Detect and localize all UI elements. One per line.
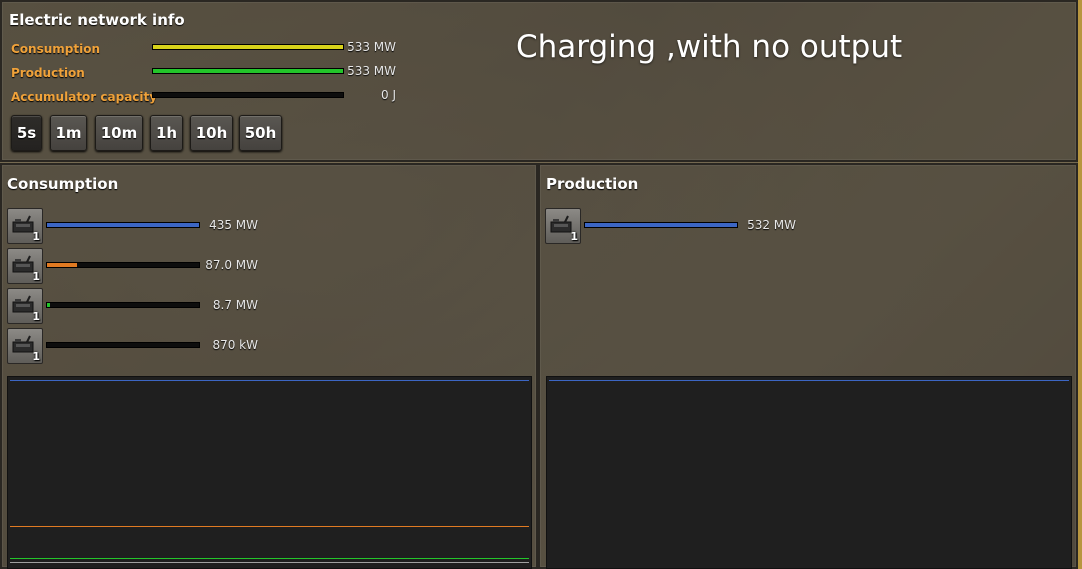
- consumption-entry-value: 8.7 MW: [212, 298, 258, 312]
- consumption-entry-bar-fill: [47, 223, 199, 227]
- production-entry-bar: [584, 222, 738, 228]
- consumption-graph-line: [10, 380, 529, 381]
- item-count: 1: [32, 270, 40, 283]
- consumption-bar: [152, 44, 344, 50]
- overlay-caption: Charging ,with no output: [516, 29, 903, 65]
- production-label: Production: [11, 66, 85, 80]
- consumption-entry-value: 87.0 MW: [205, 258, 258, 272]
- consumption-graph-line: [10, 525, 529, 527]
- production-bar: [152, 68, 344, 74]
- consumption-entry-value: 870 kW: [212, 338, 258, 352]
- production-entry-value: 532 MW: [747, 218, 796, 232]
- machine-icon[interactable]: 1: [7, 328, 43, 364]
- time-button-10h[interactable]: 10h: [190, 115, 233, 151]
- production-panel: Production 1 532 MW: [538, 163, 1078, 569]
- item-count: 1: [32, 310, 40, 323]
- consumption-entry-bar: [46, 342, 200, 348]
- machine-icon[interactable]: 1: [7, 208, 43, 244]
- accumulator-capacity-label: Accumulator capacity: [11, 90, 158, 104]
- consumption-entry-bar: [46, 222, 200, 228]
- machine-icon[interactable]: 1: [7, 248, 43, 284]
- consumption-entry-bar: [46, 302, 200, 308]
- consumption-graph-line: [10, 558, 529, 560]
- consumption-value: 533 MW: [347, 40, 396, 54]
- screen-edge-strip: [1078, 0, 1082, 569]
- consumption-entry-bar-fill: [47, 303, 51, 307]
- item-count: 1: [32, 350, 40, 363]
- consumption-entry-bar-fill: [47, 263, 78, 267]
- item-count: 1: [570, 230, 578, 243]
- time-button-1m[interactable]: 1m: [50, 115, 87, 151]
- consumption-entry-bar: [46, 262, 200, 268]
- machine-icon[interactable]: 1: [7, 288, 43, 324]
- panel-title: Electric network info: [9, 11, 185, 29]
- consumption-graph: [7, 376, 532, 569]
- generator-icon[interactable]: 1: [545, 208, 581, 244]
- consumption-entry-value: 435 MW: [209, 218, 258, 232]
- consumption-title: Consumption: [7, 175, 119, 193]
- accumulator-capacity-bar: [152, 92, 344, 98]
- consumption-label: Consumption: [11, 42, 101, 56]
- time-button-1h[interactable]: 1h: [150, 115, 183, 151]
- production-graph-line: [549, 380, 1069, 381]
- production-value: 533 MW: [347, 64, 396, 78]
- item-count: 1: [32, 230, 40, 243]
- time-button-10m[interactable]: 10m: [95, 115, 143, 151]
- time-button-50h[interactable]: 50h: [239, 115, 282, 151]
- production-graph: [546, 376, 1072, 569]
- production-entry-bar-fill: [585, 223, 737, 227]
- consumption-panel: Consumption 1 435 MW 1 87.0 MW 1 8.7 MW 1 870 k…: [0, 163, 538, 569]
- consumption-graph-line: [10, 561, 529, 563]
- accumulator-capacity-value: 0 J: [381, 88, 396, 102]
- production-title: Production: [546, 175, 639, 193]
- electric-network-info-panel: Electric network info Consumption 533 MW…: [0, 0, 1078, 162]
- time-button-5s[interactable]: 5s: [11, 115, 42, 151]
